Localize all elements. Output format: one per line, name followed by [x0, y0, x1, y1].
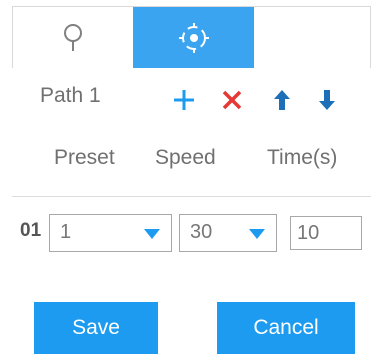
- cruise-target-icon: [178, 22, 209, 53]
- path-row: Path 1: [12, 68, 371, 130]
- preset-select[interactable]: 1: [49, 214, 172, 252]
- chevron-down-icon: [249, 229, 265, 239]
- table-row: 01 1 30: [12, 212, 371, 256]
- divider: [12, 196, 371, 197]
- cruise-path-panel: Path 1 Preset Speed Time(s) 01 1 30 10 S…: [0, 0, 371, 354]
- save-button[interactable]: Save: [34, 302, 158, 354]
- delete-icon: [222, 90, 242, 110]
- header-time: Time(s): [267, 146, 338, 169]
- cancel-button[interactable]: Cancel: [217, 302, 355, 354]
- tab-preset[interactable]: [13, 7, 133, 68]
- move-down-icon: [319, 90, 335, 110]
- chevron-down-icon: [144, 229, 160, 239]
- add-icon: [174, 90, 194, 110]
- tab-cruise[interactable]: [133, 7, 254, 68]
- add-point-button[interactable]: [170, 86, 198, 114]
- move-up-button[interactable]: [268, 86, 296, 114]
- move-down-button[interactable]: [313, 86, 341, 114]
- row-index: 01: [20, 220, 42, 241]
- move-up-icon: [274, 90, 290, 110]
- pin-icon: [64, 23, 82, 51]
- header-speed: Speed: [155, 146, 216, 169]
- column-headers: Preset Speed Time(s): [12, 140, 371, 180]
- preset-select-value: 1: [60, 221, 72, 243]
- speed-select[interactable]: 30: [179, 214, 277, 252]
- delete-point-button[interactable]: [218, 86, 246, 114]
- path-label: Path 1: [40, 84, 101, 107]
- tab-bar: [12, 6, 371, 68]
- header-preset: Preset: [54, 146, 115, 169]
- speed-select-value: 30: [190, 221, 213, 243]
- time-input[interactable]: [290, 216, 362, 250]
